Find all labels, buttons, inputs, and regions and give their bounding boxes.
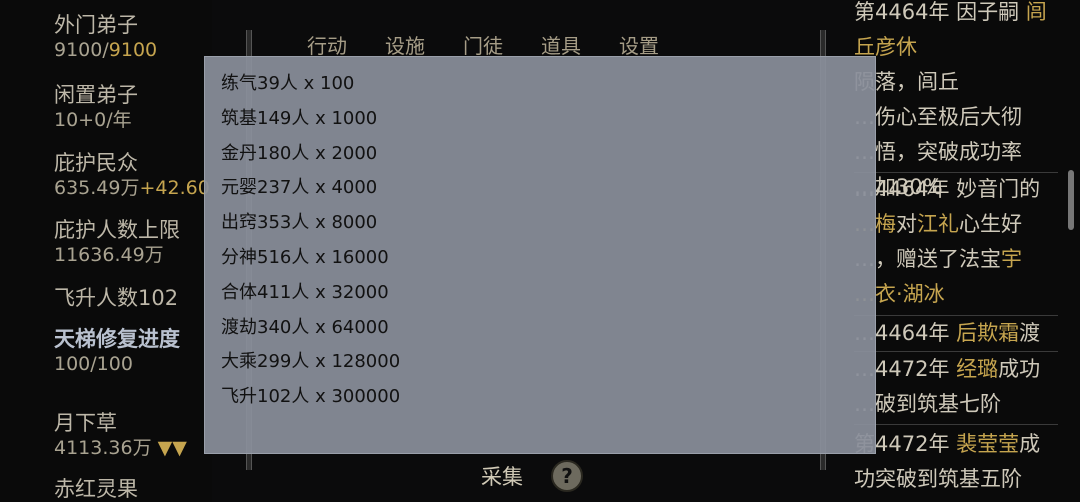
stat-value: 4113.36万 [54, 437, 152, 459]
realm-row: 合体411人 x 32000 [221, 281, 389, 303]
stat-idle-disciples: 闲置弟子 10+0/年 [54, 82, 138, 132]
realm-row: 练气39人 x 100 [221, 73, 355, 94]
stat-protect-limit: 庇护人数上限 11636.49万 [54, 217, 180, 267]
realm-row: 出窍353人 x 8000 [221, 212, 378, 234]
treasure-name: …衣·湖冰 [854, 282, 945, 306]
stat-value-growth: +42.60 [139, 177, 210, 199]
stat-protected-people: 庇护民众 635.49万+42.60 [54, 150, 210, 200]
stat-label: 月下草 [54, 411, 117, 435]
character-name: 经璐 [956, 357, 999, 381]
stat-value: 10+ [54, 109, 95, 131]
realm-row: 飞升102人 x 300000 [221, 386, 401, 408]
stat-label: 外门弟子 [54, 13, 138, 37]
collect-button[interactable]: 采集 [481, 461, 523, 491]
trend-down-icon: ▼▼ [157, 437, 187, 459]
log-entry: …4472年 经璐成功 …破到筑基七阶 [854, 357, 1041, 416]
stat-label: 天梯修复进度 [54, 327, 180, 351]
log-entry: 第4472年 裴莹莹成 功突破到筑基五阶 [854, 432, 1041, 491]
stat-outer-disciples: 外门弟子 9100/9100 [54, 12, 157, 62]
realm-row: 渡劫340人 x 64000 [221, 316, 389, 338]
left-stats-panel: 外门弟子 9100/9100 闲置弟子 10+0/年 庇护民众 635.49万+… [0, 0, 212, 502]
stat-value-max: 9100 [108, 39, 158, 61]
realm-row: 筑基149人 x 1000 [221, 107, 378, 129]
realm-row: 金丹180人 x 2000 [221, 142, 378, 164]
character-name: 裴莹莹 [956, 432, 1020, 456]
stat-label: 飞升人数102 [54, 286, 179, 310]
realm-list: 练气39人 x 100 筑基149人 x 1000 金丹180人 x 2000 … [205, 57, 875, 415]
stat-value: 100/100 [54, 353, 133, 375]
stat-value: 635.49万 [54, 177, 140, 199]
realm-row: 元婴237人 x 4000 [221, 177, 378, 199]
help-icon[interactable]: ? [551, 460, 583, 492]
character-name: 后欺霜 [956, 321, 1020, 345]
realm-count-popup[interactable]: 练气39人 x 100 筑基149人 x 1000 金丹180人 x 2000 … [204, 56, 876, 454]
event-log-panel[interactable]: 第4464年 因子嗣 闾丘彦休 陨落，闾丘 …伤心至极后大彻 …悟，突破成功率 … [850, 0, 1080, 502]
character-name: 江礼 [917, 212, 959, 236]
stat-red-spirit-fruit: 赤红灵果 [54, 476, 138, 502]
stat-label: 赤红灵果 [54, 477, 138, 501]
stat-label: 庇护民众 [54, 151, 138, 175]
realm-row: 大乘299人 x 128000 [221, 351, 401, 373]
stat-ascended-count: 飞升人数102 [54, 285, 178, 311]
realm-row: 分神516人 x 16000 [221, 246, 389, 268]
stat-value-rate: 0/年 [94, 109, 132, 131]
stat-ladder-repair: 天梯修复进度 100/100 [54, 326, 180, 376]
log-scrollbar[interactable] [1068, 170, 1074, 230]
stat-value: 11636.49万 [54, 244, 164, 266]
log-entry: …4464年 后欺霜渡 [854, 321, 1041, 345]
bottom-bar: 采集 ? [312, 456, 752, 496]
stat-value: 9100/ [54, 39, 109, 61]
stat-moon-grass: 月下草 4113.36万 ▼▼ [54, 410, 187, 460]
log-entry: …4464年 妙音门的 …梅对江礼心生好 …，赠送了法宝宇 …衣·湖冰 [854, 172, 1059, 312]
stat-label: 闲置弟子 [54, 83, 138, 107]
stat-label: 庇护人数上限 [54, 218, 180, 242]
log-divider [854, 424, 1058, 425]
